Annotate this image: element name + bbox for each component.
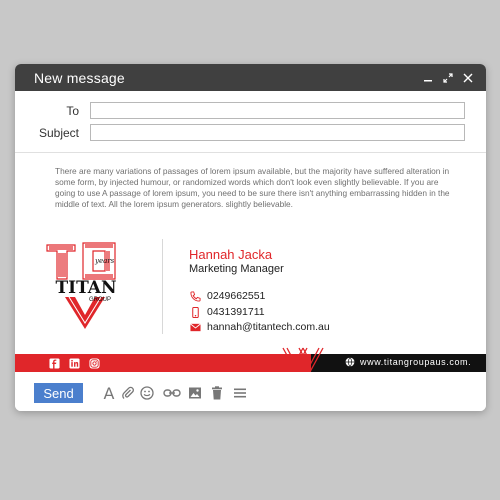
banner-v-mark xyxy=(282,347,324,372)
message-body[interactable]: There are many variations of passages of… xyxy=(55,166,460,210)
image-icon[interactable] xyxy=(187,384,203,402)
website-link[interactable]: www.titangroupaus.com. xyxy=(345,357,471,367)
signature-banner: www.titangroupaus.com. xyxy=(15,347,486,372)
compose-toolbar: Send A xyxy=(15,378,486,411)
instagram-icon[interactable] xyxy=(88,357,100,369)
to-label: To xyxy=(66,104,79,118)
subject-input[interactable] xyxy=(90,124,465,141)
format-text-icon[interactable]: A xyxy=(101,384,117,403)
delete-icon[interactable] xyxy=(209,384,225,402)
website-url[interactable]: www.titangroupaus.com. xyxy=(360,357,471,367)
compose-window: New message To Subject There are many va… xyxy=(15,64,486,411)
envelope-icon xyxy=(189,321,201,333)
mobile-contact: 0431391711 xyxy=(189,306,265,318)
phone-number[interactable]: 0249662551 xyxy=(207,290,265,302)
email-signature: years TITAN GROUP Hannah Jacka Marketing… xyxy=(15,234,486,354)
svg-text:years: years xyxy=(94,257,115,265)
to-input[interactable] xyxy=(90,102,465,119)
signature-name: Hannah Jacka xyxy=(189,247,273,262)
facebook-icon[interactable] xyxy=(48,357,60,369)
compose-titlebar: New message xyxy=(15,64,486,91)
phone-contact: 0249662551 xyxy=(189,290,265,302)
titan-group-logo: years TITAN GROUP xyxy=(45,239,127,331)
attach-icon[interactable] xyxy=(120,384,136,402)
linkedin-icon[interactable] xyxy=(68,357,80,369)
to-row: To xyxy=(15,101,486,121)
emoji-icon[interactable] xyxy=(139,384,155,402)
window-controls xyxy=(422,72,474,84)
header-divider xyxy=(15,152,486,153)
mobile-icon xyxy=(189,306,201,318)
mobile-number[interactable]: 0431391711 xyxy=(207,306,265,318)
globe-icon xyxy=(345,357,355,367)
email-contact: hannah@titantech.com.au xyxy=(189,321,330,333)
signature-role: Marketing Manager xyxy=(189,263,284,275)
close-icon[interactable] xyxy=(462,72,474,84)
svg-text:GROUP: GROUP xyxy=(89,297,111,303)
subject-row: Subject xyxy=(15,123,486,143)
window-title: New message xyxy=(34,69,125,86)
expand-icon[interactable] xyxy=(442,72,454,84)
send-button[interactable]: Send xyxy=(34,383,83,403)
phone-icon xyxy=(189,290,201,302)
svg-text:TITAN: TITAN xyxy=(55,278,116,298)
banner-red-bar xyxy=(15,354,315,372)
subject-label: Subject xyxy=(38,126,79,140)
link-icon[interactable] xyxy=(163,384,181,402)
minimize-icon[interactable] xyxy=(422,72,434,84)
signature-divider xyxy=(162,239,163,334)
email-address[interactable]: hannah@titantech.com.au xyxy=(207,321,330,333)
more-options-icon[interactable] xyxy=(232,384,248,402)
